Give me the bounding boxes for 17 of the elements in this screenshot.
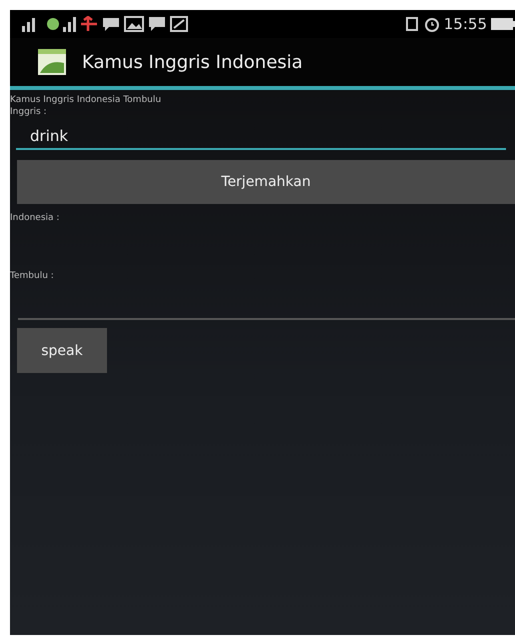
alarm-icon [424,16,440,32]
speak-button[interactable]: speak [17,328,107,373]
input-label: Inggris : [10,106,47,118]
result-label: Indonesia : [10,212,60,224]
input-field[interactable]: drink [16,124,506,150]
network-icon [46,16,76,32]
result-label: Tembulu : [10,270,54,282]
message-icon [148,16,166,32]
chat-icon [102,16,120,32]
arrow-icon [80,16,98,32]
clock-time: 15:55 [444,15,487,33]
app-title: Kamus Inggris Indonesia [82,52,303,72]
battery-icon [491,17,515,31]
translate-button[interactable]: Terjemahkan [17,160,515,204]
heading-text: Kamus Inggris Indonesia Tombulu [10,94,162,106]
app-logo-icon [38,49,66,75]
image-icon [124,16,144,32]
